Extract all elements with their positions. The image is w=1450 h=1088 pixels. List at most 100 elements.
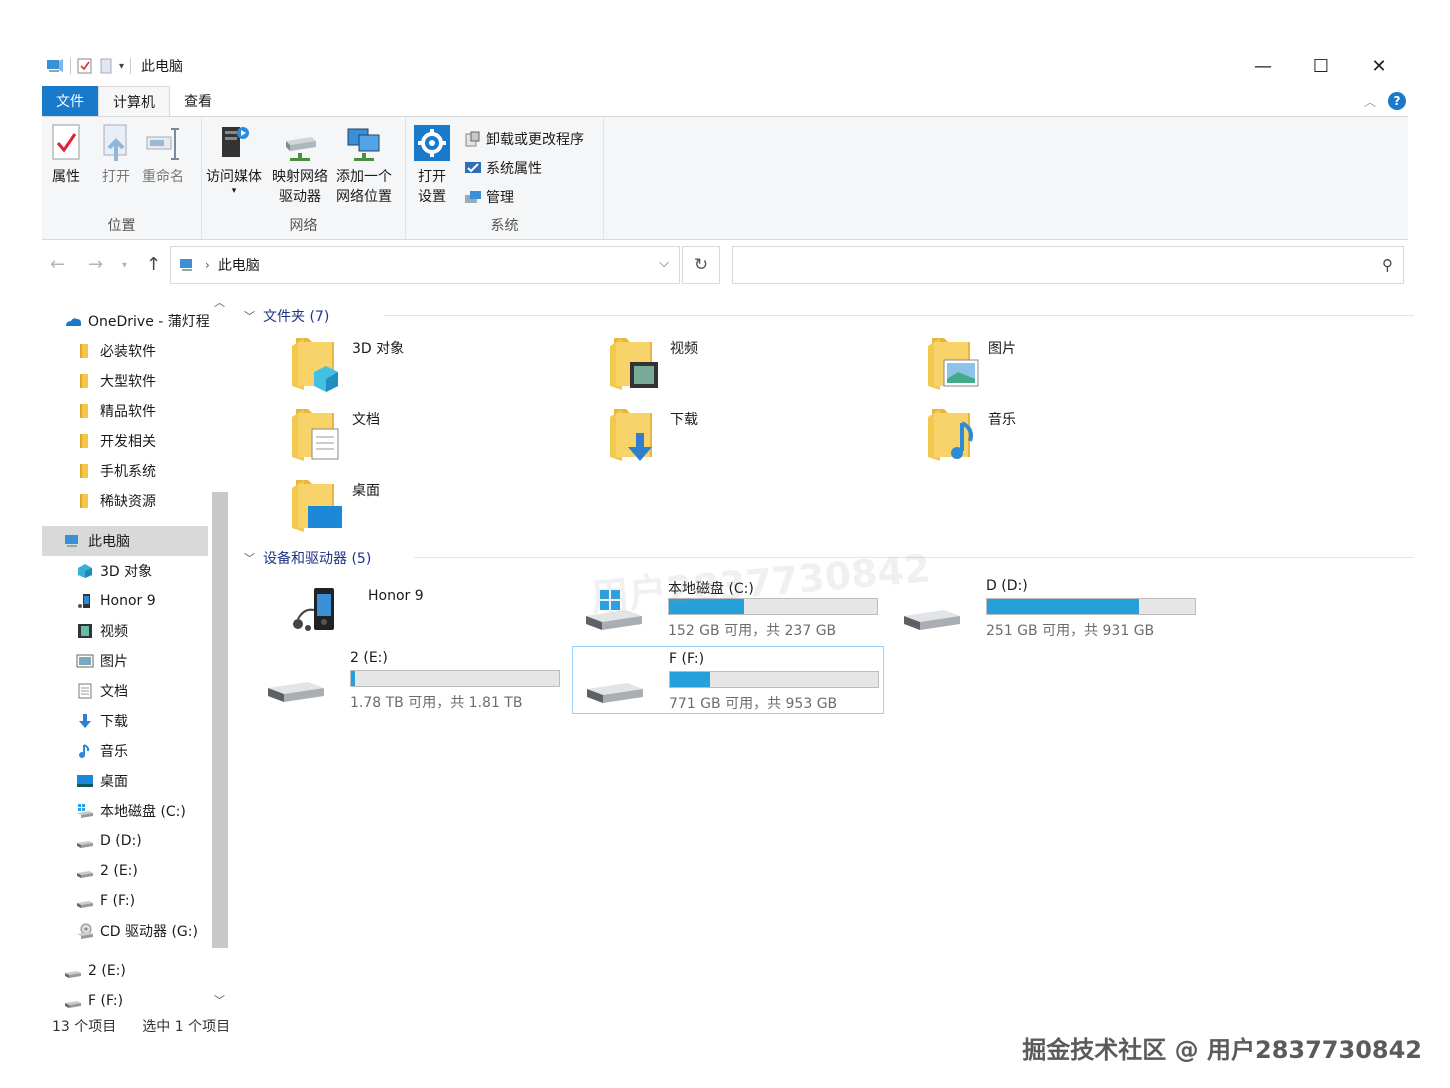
- nav-item[interactable]: 视频: [42, 616, 230, 646]
- folder-tile[interactable]: 图片: [926, 332, 1016, 392]
- drive-tile[interactable]: 2 (E:) 1.78 TB 可用，共 1.81 TB: [254, 646, 566, 714]
- nav-item[interactable]: F (F:): [42, 886, 230, 916]
- drive-tile[interactable]: F (F:) 771 GB 可用，共 953 GB: [572, 646, 884, 714]
- nav-item[interactable]: 2 (E:): [42, 956, 230, 986]
- rename-button[interactable]: 重命名: [142, 123, 184, 187]
- nav-item[interactable]: 3D 对象: [42, 556, 230, 586]
- tab-view[interactable]: 查看: [170, 86, 226, 116]
- scroll-down-arrow-icon[interactable]: ﹀: [214, 992, 225, 1008]
- nav-item-label: CD 驱动器 (G:): [100, 924, 198, 940]
- access-media-dropdown[interactable]: ▾: [232, 187, 237, 196]
- close-button[interactable]: ✕: [1350, 46, 1408, 86]
- breadcrumb-chevron-icon[interactable]: ›: [205, 258, 210, 272]
- address-bar[interactable]: › 此电脑 ⌵: [170, 246, 680, 284]
- drive-icon: [587, 683, 643, 703]
- nav-item[interactable]: 音乐: [42, 736, 230, 766]
- properties-small-icon[interactable]: [77, 58, 93, 74]
- nav-item-label: 本地磁盘 (C:): [100, 804, 186, 820]
- nav-item[interactable]: 桌面: [42, 766, 230, 796]
- nav-item-label: 图片: [100, 654, 128, 670]
- drive-size-text: 1.78 TB 可用，共 1.81 TB: [350, 695, 523, 711]
- nav-item[interactable]: 2 (E:): [42, 856, 230, 886]
- uninstall-program-button[interactable]: 卸载或更改程序: [464, 129, 584, 149]
- maximize-button[interactable]: ☐: [1292, 46, 1350, 86]
- drive-usage-fill: [351, 671, 356, 686]
- system-properties-icon: [465, 162, 481, 173]
- desktop-icon: [77, 775, 93, 787]
- nav-item[interactable]: OneDrive - 蒲灯程: [42, 306, 230, 336]
- ribbon-tabs: 文件 计算机 查看 ︿ ?: [42, 86, 1408, 116]
- search-input[interactable]: ⚲: [732, 246, 1404, 284]
- recent-locations-dropdown[interactable]: ▾: [122, 260, 127, 271]
- drive-tile[interactable]: D (D:) 251 GB 可用，共 931 GB: [890, 574, 1202, 642]
- refresh-button[interactable]: ↻: [682, 246, 720, 284]
- window-title: 此电脑: [141, 59, 184, 75]
- help-button[interactable]: ?: [1388, 92, 1406, 110]
- media-server-icon: [222, 127, 249, 157]
- nav-item[interactable]: CD 驱动器 (G:): [42, 916, 230, 946]
- folders-section-header[interactable]: ﹀ 文件夹 (7): [244, 306, 1414, 326]
- manage-button[interactable]: 管理: [464, 187, 514, 207]
- nav-item-label: 开发相关: [100, 434, 156, 450]
- back-button[interactable]: ←: [50, 254, 65, 275]
- nav-item[interactable]: 此电脑: [42, 526, 208, 556]
- this-pc-icon: [65, 535, 78, 547]
- this-pc-icon: [180, 259, 192, 271]
- address-history-dropdown[interactable]: ⌵: [659, 256, 669, 271]
- customize-toolbar-dropdown[interactable]: ▾: [119, 61, 124, 72]
- tab-computer[interactable]: 计算机: [98, 86, 170, 116]
- network-location-label-1: 添加一个: [336, 169, 392, 185]
- nav-item[interactable]: Honor 9: [42, 586, 230, 616]
- nav-item[interactable]: 手机系统: [42, 456, 230, 486]
- cd-drive-icon: [77, 923, 93, 939]
- folder-icon: [80, 494, 88, 508]
- drive-icon: [904, 610, 960, 630]
- nav-item[interactable]: 下载: [42, 706, 230, 736]
- up-button[interactable]: ↑: [146, 254, 161, 275]
- network-location-icon: [347, 128, 380, 161]
- nav-item[interactable]: 稀缺资源: [42, 486, 230, 516]
- properties-button[interactable]: 属性: [48, 123, 84, 187]
- nav-item[interactable]: 精品软件: [42, 396, 230, 426]
- drive-tile[interactable]: Honor 9: [272, 574, 584, 642]
- tab-file[interactable]: 文件: [42, 86, 98, 116]
- folder-tile[interactable]: 文档: [290, 403, 380, 463]
- pictures-folder-icon: [928, 338, 979, 390]
- folder-icon: [80, 344, 88, 358]
- map-network-drive-button[interactable]: 映射网络 驱动器: [272, 123, 328, 207]
- collapse-chevron-icon[interactable]: ﹀: [244, 308, 255, 324]
- documents-folder-icon: [292, 409, 339, 461]
- collapse-chevron-icon[interactable]: ﹀: [244, 550, 255, 566]
- nav-item[interactable]: 必装软件: [42, 336, 230, 366]
- nav-item[interactable]: D (D:): [42, 826, 230, 856]
- nav-item[interactable]: 本地磁盘 (C:): [42, 796, 230, 826]
- nav-item[interactable]: 大型软件: [42, 366, 230, 396]
- access-media-button[interactable]: 访问媒体 ▾: [206, 123, 262, 196]
- nav-item[interactable]: 开发相关: [42, 426, 230, 456]
- folder-tile[interactable]: 下载: [608, 403, 698, 463]
- forward-button[interactable]: →: [88, 254, 103, 275]
- open-button[interactable]: 打开: [98, 123, 134, 187]
- group-label-network: 网络: [289, 218, 318, 234]
- scroll-up-arrow-icon[interactable]: ︿: [214, 294, 225, 310]
- collapse-ribbon-icon[interactable]: ︿: [1364, 93, 1376, 110]
- nav-item[interactable]: 图片: [42, 646, 230, 676]
- nav-item[interactable]: F (F:): [42, 986, 230, 1010]
- system-properties-button[interactable]: 系统属性: [464, 158, 542, 178]
- nav-scrollbar[interactable]: ︿ ﹀: [210, 292, 230, 1010]
- nav-scroll-thumb[interactable]: [212, 492, 228, 948]
- nav-item[interactable]: 文档: [42, 676, 230, 706]
- properties-icon: [52, 124, 80, 160]
- folder-tile[interactable]: 音乐: [926, 403, 1016, 463]
- breadcrumb-this-pc[interactable]: 此电脑: [218, 255, 260, 275]
- folder-tile[interactable]: 桌面: [290, 474, 380, 534]
- new-folder-small-icon[interactable]: [99, 58, 113, 74]
- folder-tile[interactable]: 视频: [608, 332, 698, 392]
- nav-item-label: 此电脑: [88, 534, 130, 550]
- phone-device-icon: [293, 588, 334, 631]
- open-settings-button[interactable]: 打开 设置: [414, 123, 450, 207]
- folder-tile[interactable]: 3D 对象: [290, 332, 404, 392]
- add-network-location-button[interactable]: 添加一个 网络位置: [336, 123, 392, 207]
- minimize-button[interactable]: —: [1234, 46, 1292, 86]
- uninstall-label: 卸载或更改程序: [486, 132, 584, 148]
